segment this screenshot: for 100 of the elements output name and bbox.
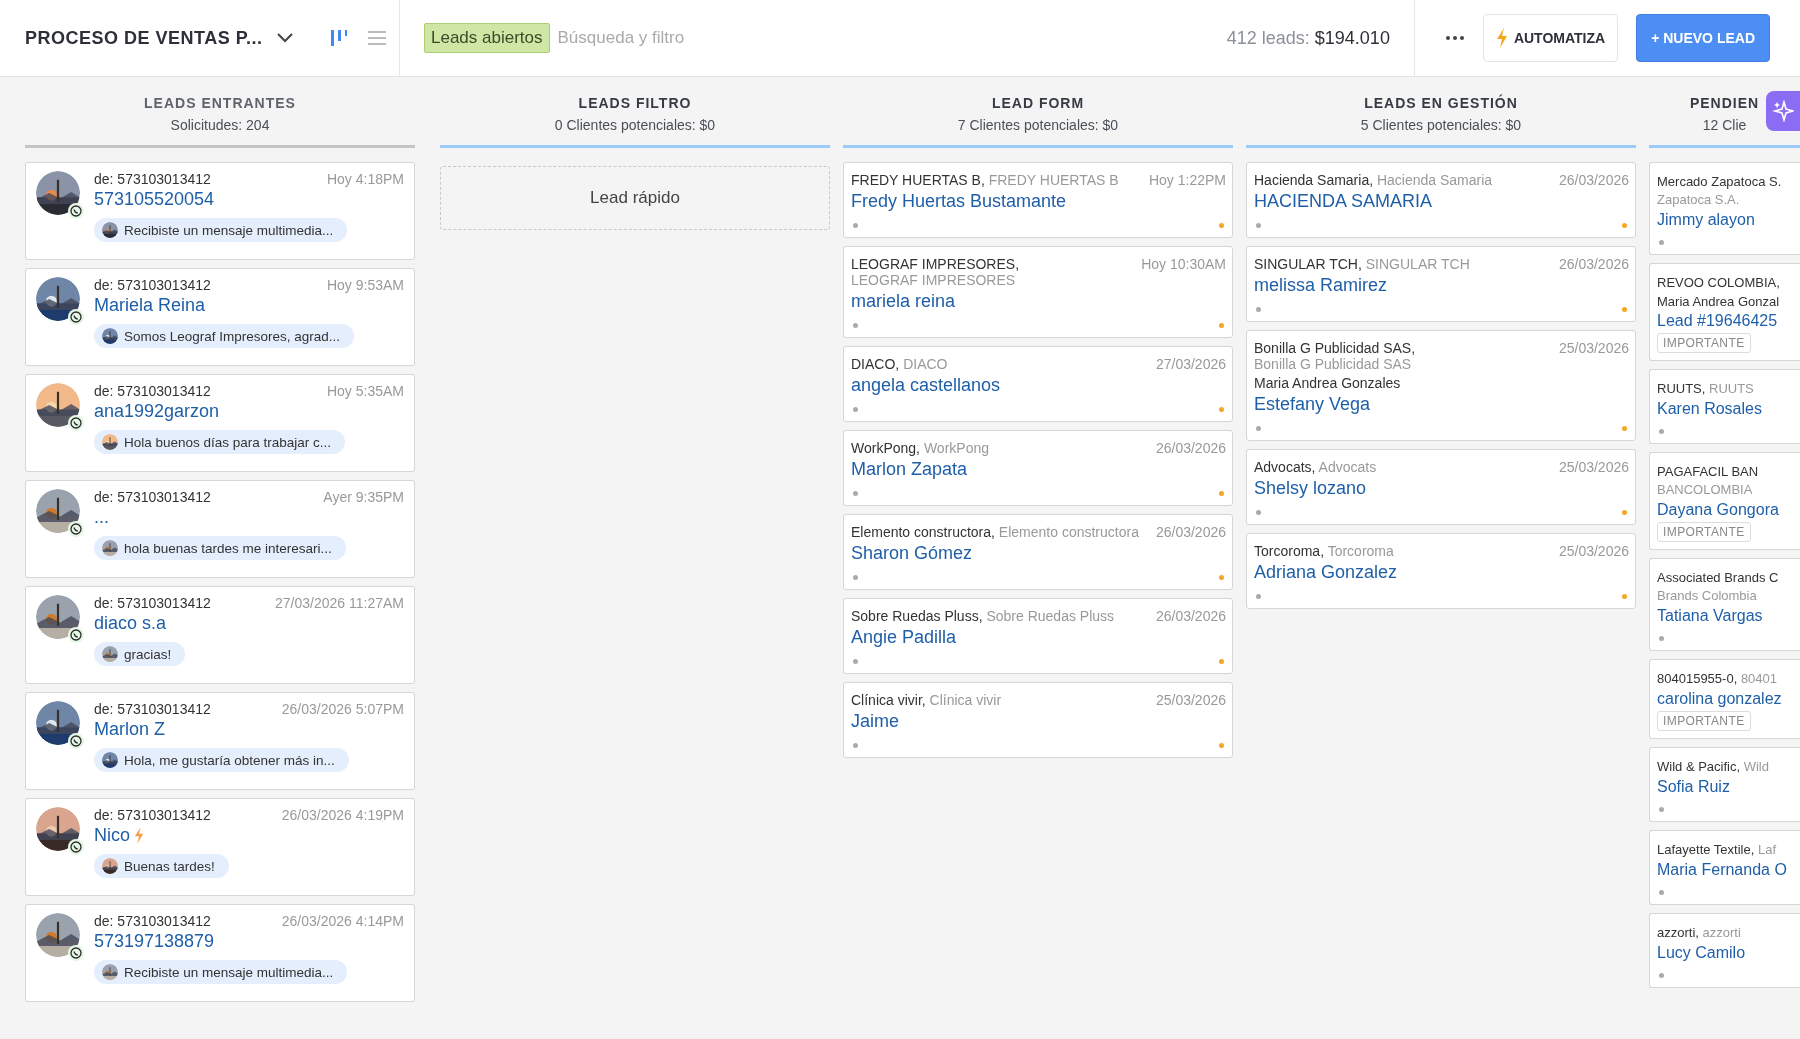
lead-name[interactable]: Nico — [94, 825, 130, 846]
message-preview: Buenas tardes! — [124, 858, 215, 874]
lead-card[interactable]: Wild & Pacific, Wild Sofia Ruiz — [1649, 747, 1800, 822]
lead-card[interactable]: Sobre Ruedas Pluss, Sobre Ruedas Pluss 26/03/2026 Angie Padilla — [843, 598, 1233, 674]
lead-card[interactable]: de: 573103013412 26/03/2026 5:07PM Marlon Z Hola, me gustaría obtener más in... — [25, 692, 415, 790]
lead-name[interactable]: Marlon Zapata — [851, 459, 1226, 480]
lead-card[interactable]: azzorti, azzorti Lucy Camilo — [1649, 913, 1800, 988]
lead-date: Hoy 1:22PM — [1148, 172, 1226, 188]
lead-card[interactable]: Bonilla G Publicidad SAS, Bonilla G Publicidad SAS 25/03/2026 Maria Andrea Gonzales Estefany Vega — [1246, 330, 1636, 441]
lead-card[interactable]: SINGULAR TCH, SINGULAR TCH 26/03/2026 melissa Ramirez — [1246, 246, 1636, 322]
lead-card[interactable]: 804015955-0, 80401 carolina gonzalez IMPORTANTE — [1649, 659, 1800, 739]
company-name: Lafayette Textile, Laf — [1657, 842, 1777, 857]
status-dot — [1256, 223, 1261, 228]
column-title: LEADS EN GESTIÓN — [1364, 95, 1518, 111]
lead-name[interactable]: 573105520054 — [94, 189, 215, 210]
status-dot — [1659, 890, 1664, 895]
sender-number: de: 573103013412 — [94, 277, 211, 293]
lead-name[interactable]: 573197138879 — [94, 931, 215, 952]
lead-card[interactable]: DIACO, DIACO 27/03/2026 angela castellanos — [843, 346, 1233, 422]
task-dot — [1622, 426, 1627, 431]
company-name: SINGULAR TCH, SINGULAR TCH — [1254, 256, 1470, 272]
lead-card[interactable]: de: 573103013412 Hoy 4:18PM 573105520054 Recibiste un mensaje multimedia... — [25, 162, 415, 260]
lead-card[interactable]: Mercado Zapatoca S. Zapatoca S.A. Jimmy alayon — [1649, 162, 1800, 255]
lead-name[interactable]: ana1992garzon — [94, 401, 220, 422]
status-dot — [853, 659, 858, 664]
task-dot — [1622, 307, 1627, 312]
lead-card[interactable]: WorkPong, WorkPong 26/03/2026 Marlon Zapata — [843, 430, 1233, 506]
lead-card[interactable]: REVOO COLOMBIA, Maria Andrea Gonzal Lead #19646425 IMPORTANTE — [1649, 263, 1800, 361]
lead-name[interactable]: Fredy Huertas Bustamante — [851, 191, 1226, 212]
lead-name[interactable]: mariela reina — [851, 291, 1226, 312]
lead-name[interactable]: Sofia Ruiz — [1657, 778, 1794, 796]
lead-card[interactable]: Clínica vivir, Clínica vivir 25/03/2026 Jaime — [843, 682, 1233, 758]
lead-card[interactable]: Hacienda Samaria, Hacienda Samaria 26/03/2026 HACIENDA SAMARIA — [1246, 162, 1636, 238]
lead-name[interactable]: Karen Rosales — [1657, 400, 1794, 418]
lead-name[interactable]: Jaime — [851, 711, 1226, 732]
status-dot — [1256, 307, 1261, 312]
task-dot — [1219, 407, 1224, 412]
lead-card[interactable]: Lafayette Textile, Laf Maria Fernanda O — [1649, 830, 1800, 905]
search-field[interactable]: Búsqueda y filtro — [555, 27, 1221, 49]
lead-date: 27/03/2026 — [1155, 356, 1226, 372]
message-time: Hoy 4:18PM — [326, 171, 404, 187]
lead-card[interactable]: LEOGRAF IMPRESORES, LEOGRAF IMPRESORES Hoy 10:30AM mariela reina — [843, 246, 1233, 338]
lead-card[interactable]: Elemento constructora, Elemento constructora 26/03/2026 Sharon Gómez — [843, 514, 1233, 590]
lead-name[interactable]: Jimmy alayon — [1657, 211, 1794, 229]
message-preview: Recibiste un mensaje multimedia... — [124, 222, 334, 238]
pipeline-title[interactable]: PROCESO DE VENTAS P... — [25, 27, 263, 49]
lead-card[interactable]: de: 573103013412 27/03/2026 11:27AM diaco s.a gracias! — [25, 586, 415, 684]
message-time: 26/03/2026 4:14PM — [281, 913, 404, 929]
lead-card[interactable]: FREDY HUERTAS B, FREDY HUERTAS B Hoy 1:22PM Fredy Huertas Bustamante — [843, 162, 1233, 238]
filter-tag[interactable]: Leads abiertos — [424, 23, 550, 53]
lead-card[interactable]: de: 573103013412 Hoy 9:53AM Mariela Reina Somos Leograf Impresores, agrad... — [25, 268, 415, 366]
lead-card[interactable]: Associated Brands C Brands Colombia Tatiana Vargas — [1649, 558, 1800, 651]
lead-card[interactable]: de: 573103013412 26/03/2026 4:19PM Nico Buenas tardes! — [25, 798, 415, 896]
lead-name[interactable]: Tatiana Vargas — [1657, 607, 1794, 625]
message-time: 26/03/2026 5:07PM — [281, 701, 404, 717]
lead-name[interactable]: Dayana Gongora — [1657, 501, 1794, 519]
lead-name[interactable]: ... — [94, 507, 109, 528]
sparkle-button[interactable] — [1766, 91, 1800, 131]
lead-name[interactable]: Maria Fernanda O — [1657, 861, 1794, 879]
status-dot — [853, 575, 858, 580]
lead-card[interactable]: de: 573103013412 Ayer 9:35PM ... hola buenas tardes me interesari... — [25, 480, 415, 578]
more-icon[interactable] — [1444, 35, 1465, 41]
status-dot — [1659, 973, 1664, 978]
lead-name[interactable]: Angie Padilla — [851, 627, 1226, 648]
lead-card[interactable]: de: 573103013412 26/03/2026 4:14PM 573197138879 Recibiste un mensaje multimedia... — [25, 904, 415, 1002]
lead-card[interactable]: Torcoroma, Torcoroma 25/03/2026 Adriana Gonzalez — [1246, 533, 1636, 609]
status-dot — [853, 223, 858, 228]
lead-card[interactable]: RUUTS, RUUTS Karen Rosales — [1649, 369, 1800, 444]
message-preview: Hola, me gustaría obtener más in... — [124, 752, 335, 768]
sender-number: de: 573103013412 — [94, 913, 211, 929]
lead-name[interactable]: Estefany Vega — [1254, 394, 1629, 415]
lead-card[interactable]: PAGAFACIL BAN BANCOLOMBIA Dayana Gongora IMPORTANTE — [1649, 452, 1800, 550]
lead-name[interactable]: Marlon Z — [94, 719, 165, 740]
lead-name[interactable]: Shelsy lozano — [1254, 478, 1629, 499]
column-title: PENDIEN — [1689, 95, 1760, 111]
lead-name[interactable]: carolina gonzalez — [1657, 690, 1794, 708]
lead-name[interactable]: Lead #19646425 — [1657, 312, 1794, 330]
important-tag: IMPORTANTE — [1657, 522, 1751, 542]
status-dot — [853, 743, 858, 748]
whatsapp-icon — [68, 627, 84, 643]
lead-name[interactable]: Sharon Gómez — [851, 543, 1226, 564]
lead-name[interactable]: diaco s.a — [94, 613, 167, 634]
lead-card[interactable]: Advocats, Advocats 25/03/2026 Shelsy lozano — [1246, 449, 1636, 525]
company-name: REVOO COLOMBIA, — [1657, 275, 1780, 290]
company-name: WorkPong, WorkPong — [851, 440, 989, 456]
chevron-down-icon[interactable] — [276, 32, 295, 44]
sender-number: de: 573103013412 — [94, 171, 211, 187]
lead-name[interactable]: melissa Ramirez — [1254, 275, 1629, 296]
lead-card[interactable]: de: 573103013412 Hoy 5:35AM ana1992garzon Hola buenos días para trabajar c... — [25, 374, 415, 472]
lead-name[interactable]: Mariela Reina — [94, 295, 206, 316]
lead-name[interactable]: HACIENDA SAMARIA — [1254, 191, 1629, 212]
company-name: 804015955-0, 80401 — [1657, 671, 1778, 686]
message-preview: gracias! — [124, 646, 172, 662]
sender-number: de: 573103013412 — [94, 489, 211, 505]
automate-button[interactable]: AUTOMATIZA — [1482, 14, 1619, 62]
lead-name[interactable]: Adriana Gonzalez — [1254, 562, 1629, 583]
lead-date: 25/03/2026 — [1558, 543, 1629, 559]
lead-name[interactable]: angela castellanos — [851, 375, 1226, 396]
quick-lead-button[interactable]: Lead rápido — [440, 166, 830, 230]
lead-name[interactable]: Lucy Camilo — [1657, 944, 1794, 962]
